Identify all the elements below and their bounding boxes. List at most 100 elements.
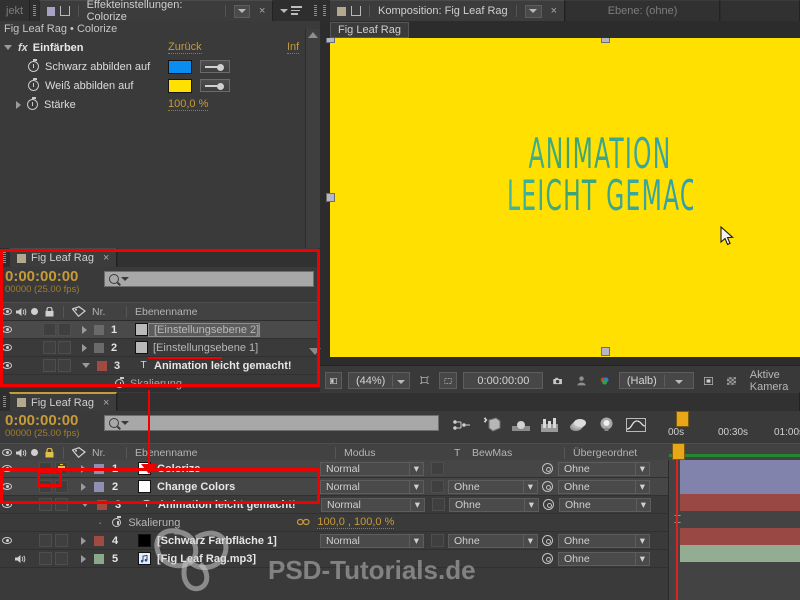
row5-parent-dropdown[interactable]: Ohne ▾	[558, 551, 650, 566]
bottom-search-chevron-down-icon[interactable]	[121, 421, 129, 425]
search-chevron-down-icon[interactable]	[121, 277, 129, 281]
graph-curve-icon[interactable]	[626, 417, 646, 435]
mid-close-icon[interactable]: ×	[103, 252, 109, 264]
property-stopwatch-icon[interactable]	[112, 516, 122, 527]
track-bar-5[interactable]	[680, 545, 800, 562]
close-icon[interactable]: ×	[259, 5, 265, 17]
row4-eye-icon[interactable]	[2, 537, 12, 544]
3d-renderer-icon[interactable]	[483, 417, 501, 435]
tab-bottom-timeline[interactable]: Fig Leaf Rag ×	[9, 392, 118, 411]
row2-label-color[interactable]	[94, 481, 104, 492]
track-bar-3[interactable]	[680, 494, 800, 511]
frame-blend-icon[interactable]	[541, 417, 558, 435]
row5-solo-box[interactable]	[39, 552, 52, 565]
tab-mid-timeline[interactable]: Fig Leaf Rag ×	[9, 248, 118, 267]
bottom-search-input[interactable]	[104, 415, 439, 431]
row4-disclosure-icon[interactable]	[81, 536, 86, 545]
disclosure-triangle-right-icon[interactable]	[16, 100, 21, 109]
comp-lock-icon[interactable]	[351, 6, 361, 16]
shy-layers-icon[interactable]	[569, 418, 587, 435]
mid-row3-label-color[interactable]	[97, 360, 107, 371]
snapshot-camera-icon[interactable]	[549, 372, 566, 389]
resolution-dropdown[interactable]: (Halb)	[618, 372, 694, 389]
reset-link[interactable]: Zurück	[168, 41, 202, 54]
row2-bewmas-dropdown[interactable]: Ohne ▾	[448, 479, 538, 494]
current-time-display[interactable]: 0:00:00:00	[463, 372, 544, 389]
row4-parent-pickwhip-icon[interactable]	[542, 535, 553, 546]
eyedropper-icon-2[interactable]	[200, 79, 230, 92]
mid-row2-eye-icon[interactable]	[2, 344, 12, 351]
row1-parent-pickwhip-icon[interactable]	[542, 463, 553, 474]
row2-solo-box[interactable]	[39, 480, 52, 493]
row2-parent-pickwhip-icon[interactable]	[542, 481, 553, 492]
row4-lock-box[interactable]	[55, 534, 68, 547]
mid-row3-name[interactable]: Animation leicht gemacht!	[149, 360, 292, 372]
tab-layer[interactable]: Ebene: (ohne)	[565, 0, 721, 21]
row5-label-color[interactable]	[94, 553, 104, 564]
mid-property-stopwatch-icon[interactable]	[115, 377, 124, 388]
composition-canvas-area[interactable]: ANIMATION LEICHT GEMACHT!	[320, 38, 800, 366]
row3-disclosure-icon[interactable]	[81, 502, 89, 507]
mid-row1-lock-box[interactable]	[58, 323, 71, 336]
row1-disclosure-icon[interactable]	[81, 464, 86, 473]
row2-trackmatte-box[interactable]	[431, 480, 444, 493]
about-link[interactable]: Inf	[287, 41, 300, 54]
time-indicator-handle[interactable]	[676, 411, 689, 427]
row1-eye-icon[interactable]	[2, 465, 12, 472]
mid-layer-row-1[interactable]: 1 [Einstellungsebene 2]	[0, 321, 320, 339]
row3-parent-dropdown[interactable]: Ohne ▾	[559, 497, 651, 512]
selection-handle-top-center[interactable]	[601, 38, 610, 43]
time-indicator-marker[interactable]	[672, 443, 685, 460]
selection-handle-mid-left[interactable]	[326, 193, 335, 202]
stopwatch-icon-2[interactable]	[28, 78, 39, 91]
panel-grip-icon[interactable]	[30, 0, 39, 21]
scale-link-icon[interactable]	[297, 517, 310, 529]
time-indicator-line[interactable]	[676, 443, 678, 600]
row4-parent-dropdown[interactable]: Ohne ▾	[558, 533, 650, 548]
mid-row1-disclosure-icon[interactable]	[82, 325, 87, 334]
color-swatch-black-to[interactable]	[168, 59, 192, 74]
stopwatch-icon[interactable]	[28, 59, 39, 72]
timeline-ruler[interactable]: 00s 00:30s 01:00s	[668, 411, 800, 443]
row2-parent-dropdown[interactable]: Ohne ▾	[558, 479, 650, 494]
row1-lock-toggle[interactable]	[55, 462, 68, 475]
row3-mode-dropdown[interactable]: Normal ▾	[321, 497, 425, 512]
row4-mode-dropdown[interactable]: Normal ▾	[320, 533, 424, 548]
comp-tab-chevron-down-icon[interactable]	[524, 4, 542, 18]
mid-grip-icon[interactable]	[0, 248, 9, 267]
row3-trackmatte-box[interactable]	[432, 498, 445, 511]
row3-solo-box[interactable]	[39, 498, 52, 511]
scale-value[interactable]: 100,0 , 100,0 %	[317, 516, 395, 529]
lock-panel-icon[interactable]	[60, 6, 70, 16]
row3-bewmas-dropdown[interactable]: Ohne ▾	[449, 497, 539, 512]
work-area-bar[interactable]	[669, 454, 800, 457]
row4-label-color[interactable]	[94, 535, 104, 546]
transparency-grid-icon[interactable]	[723, 372, 740, 389]
mid-row1-label-color[interactable]	[94, 324, 104, 335]
amount-value[interactable]: 100,0 %	[168, 98, 209, 111]
timeline-track-area[interactable]: ⌶	[668, 443, 800, 600]
always-preview-this-view-icon[interactable]	[325, 372, 342, 389]
scroll-up-icon[interactable]	[308, 32, 318, 38]
mid-row3-eye-icon[interactable]	[2, 362, 12, 369]
row5-parent-pickwhip-icon[interactable]	[542, 553, 553, 564]
row5-audio-icon[interactable]	[14, 554, 28, 564]
panel-menu-button[interactable]	[273, 0, 312, 21]
disclosure-triangle-icon[interactable]	[4, 45, 12, 50]
track-bar-4[interactable]	[680, 528, 800, 545]
comp-close-icon[interactable]: ×	[551, 5, 557, 17]
row1-solo-box[interactable]	[39, 462, 52, 475]
effect-controls-scrollbar[interactable]	[305, 29, 320, 248]
mid-row1-solo-box[interactable]	[43, 323, 56, 336]
mid-row3-lock-box[interactable]	[58, 359, 71, 372]
row3-lock-box[interactable]	[55, 498, 68, 511]
row5-disclosure-icon[interactable]	[81, 554, 86, 563]
row1-label-color[interactable]	[94, 463, 104, 474]
title-safe-icon[interactable]	[700, 372, 717, 389]
tab-composition[interactable]: Komposition: Fig Leaf Rag ×	[329, 0, 566, 21]
eyedropper-icon[interactable]	[200, 60, 230, 73]
effect-header-row[interactable]: fx Einfärben Zurück Inf	[0, 38, 320, 57]
bottom-close-icon[interactable]: ×	[103, 397, 109, 409]
tab-projekt[interactable]: jekt	[0, 0, 31, 21]
row4-solo-box[interactable]	[39, 534, 52, 547]
